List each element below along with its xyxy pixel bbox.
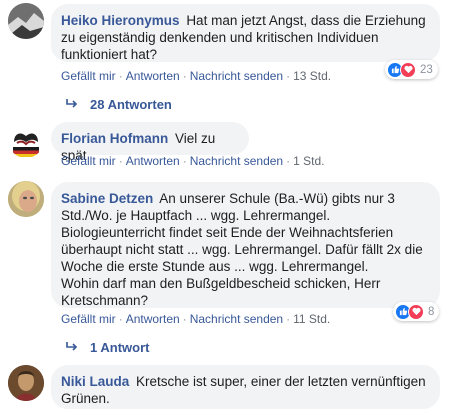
comment-bubble: Heiko Hieronymus Hat man jetzt Angst, da… — [51, 4, 440, 62]
comment-author[interactable]: Florian Hofmann — [61, 131, 168, 146]
replies-count: 28 Antworten — [90, 97, 172, 112]
reaction-summary[interactable]: 23 — [385, 60, 438, 79]
love-icon — [408, 303, 424, 320]
avatar[interactable] — [8, 365, 44, 401]
comment: Niki Lauda Kretsche ist super, einer der… — [0, 362, 451, 412]
comment-bubble: Florian Hofmann Viel zu spät — [51, 122, 249, 163]
reply-button[interactable]: Antworten — [126, 154, 180, 168]
comment-timestamp[interactable]: 11 Std. — [293, 312, 330, 326]
send-message-button[interactable]: Nachricht senden — [190, 69, 283, 83]
reply-button[interactable]: Antworten — [126, 312, 180, 326]
comment: Sabine Detzen An unserer Schule (Ba.-Wü)… — [0, 178, 451, 358]
comment-bubble: Niki Lauda Kretsche ist super, einer der… — [51, 365, 440, 409]
reaction-summary[interactable]: 8 — [393, 302, 440, 321]
comment-timestamp[interactable]: 1 Std. — [293, 154, 324, 168]
comment-actions: Gefällt mir · Antworten · Nachricht senden · 1… — [61, 312, 331, 326]
replies-count: 1 Antwort — [90, 340, 150, 355]
comment-actions: Gefällt mir · Antworten · Nachricht senden · 1… — [61, 154, 325, 168]
comment-author[interactable]: Niki Lauda — [61, 374, 129, 389]
send-message-button[interactable]: Nachricht senden — [190, 312, 283, 326]
view-replies-link[interactable]: 1 Antwort — [66, 340, 149, 355]
comment: Heiko Hieronymus Hat man jetzt Angst, da… — [0, 0, 451, 115]
reaction-count: 8 — [428, 305, 435, 318]
comment-author[interactable]: Sabine Detzen — [61, 191, 153, 206]
comment-timestamp[interactable]: 13 Std. — [293, 69, 331, 83]
avatar[interactable] — [8, 3, 44, 39]
send-message-button[interactable]: Nachricht senden — [190, 154, 283, 168]
comment-text: An unserer Schule (Ba.-Wü) gibts nur 3 S… — [61, 191, 423, 308]
reply-arrow-icon — [66, 340, 78, 355]
comment-actions: Gefällt mir · Antworten · Nachricht senden · 1… — [61, 69, 332, 83]
like-button[interactable]: Gefällt mir — [61, 312, 116, 326]
comment: Florian Hofmann Viel zu spät Gefällt mir… — [0, 118, 451, 173]
like-button[interactable]: Gefällt mir — [61, 154, 116, 168]
comment-author[interactable]: Heiko Hieronymus — [61, 13, 180, 28]
avatar[interactable] — [8, 181, 44, 217]
love-icon — [400, 61, 416, 78]
view-replies-link[interactable]: 28 Antworten — [66, 97, 172, 112]
comment-bubble: Sabine Detzen An unserer Schule (Ba.-Wü)… — [51, 182, 440, 308]
reply-button[interactable]: Antworten — [126, 69, 180, 83]
reaction-count: 23 — [420, 63, 433, 76]
avatar[interactable] — [8, 122, 44, 158]
like-button[interactable]: Gefällt mir — [61, 69, 116, 83]
reply-arrow-icon — [66, 97, 78, 112]
